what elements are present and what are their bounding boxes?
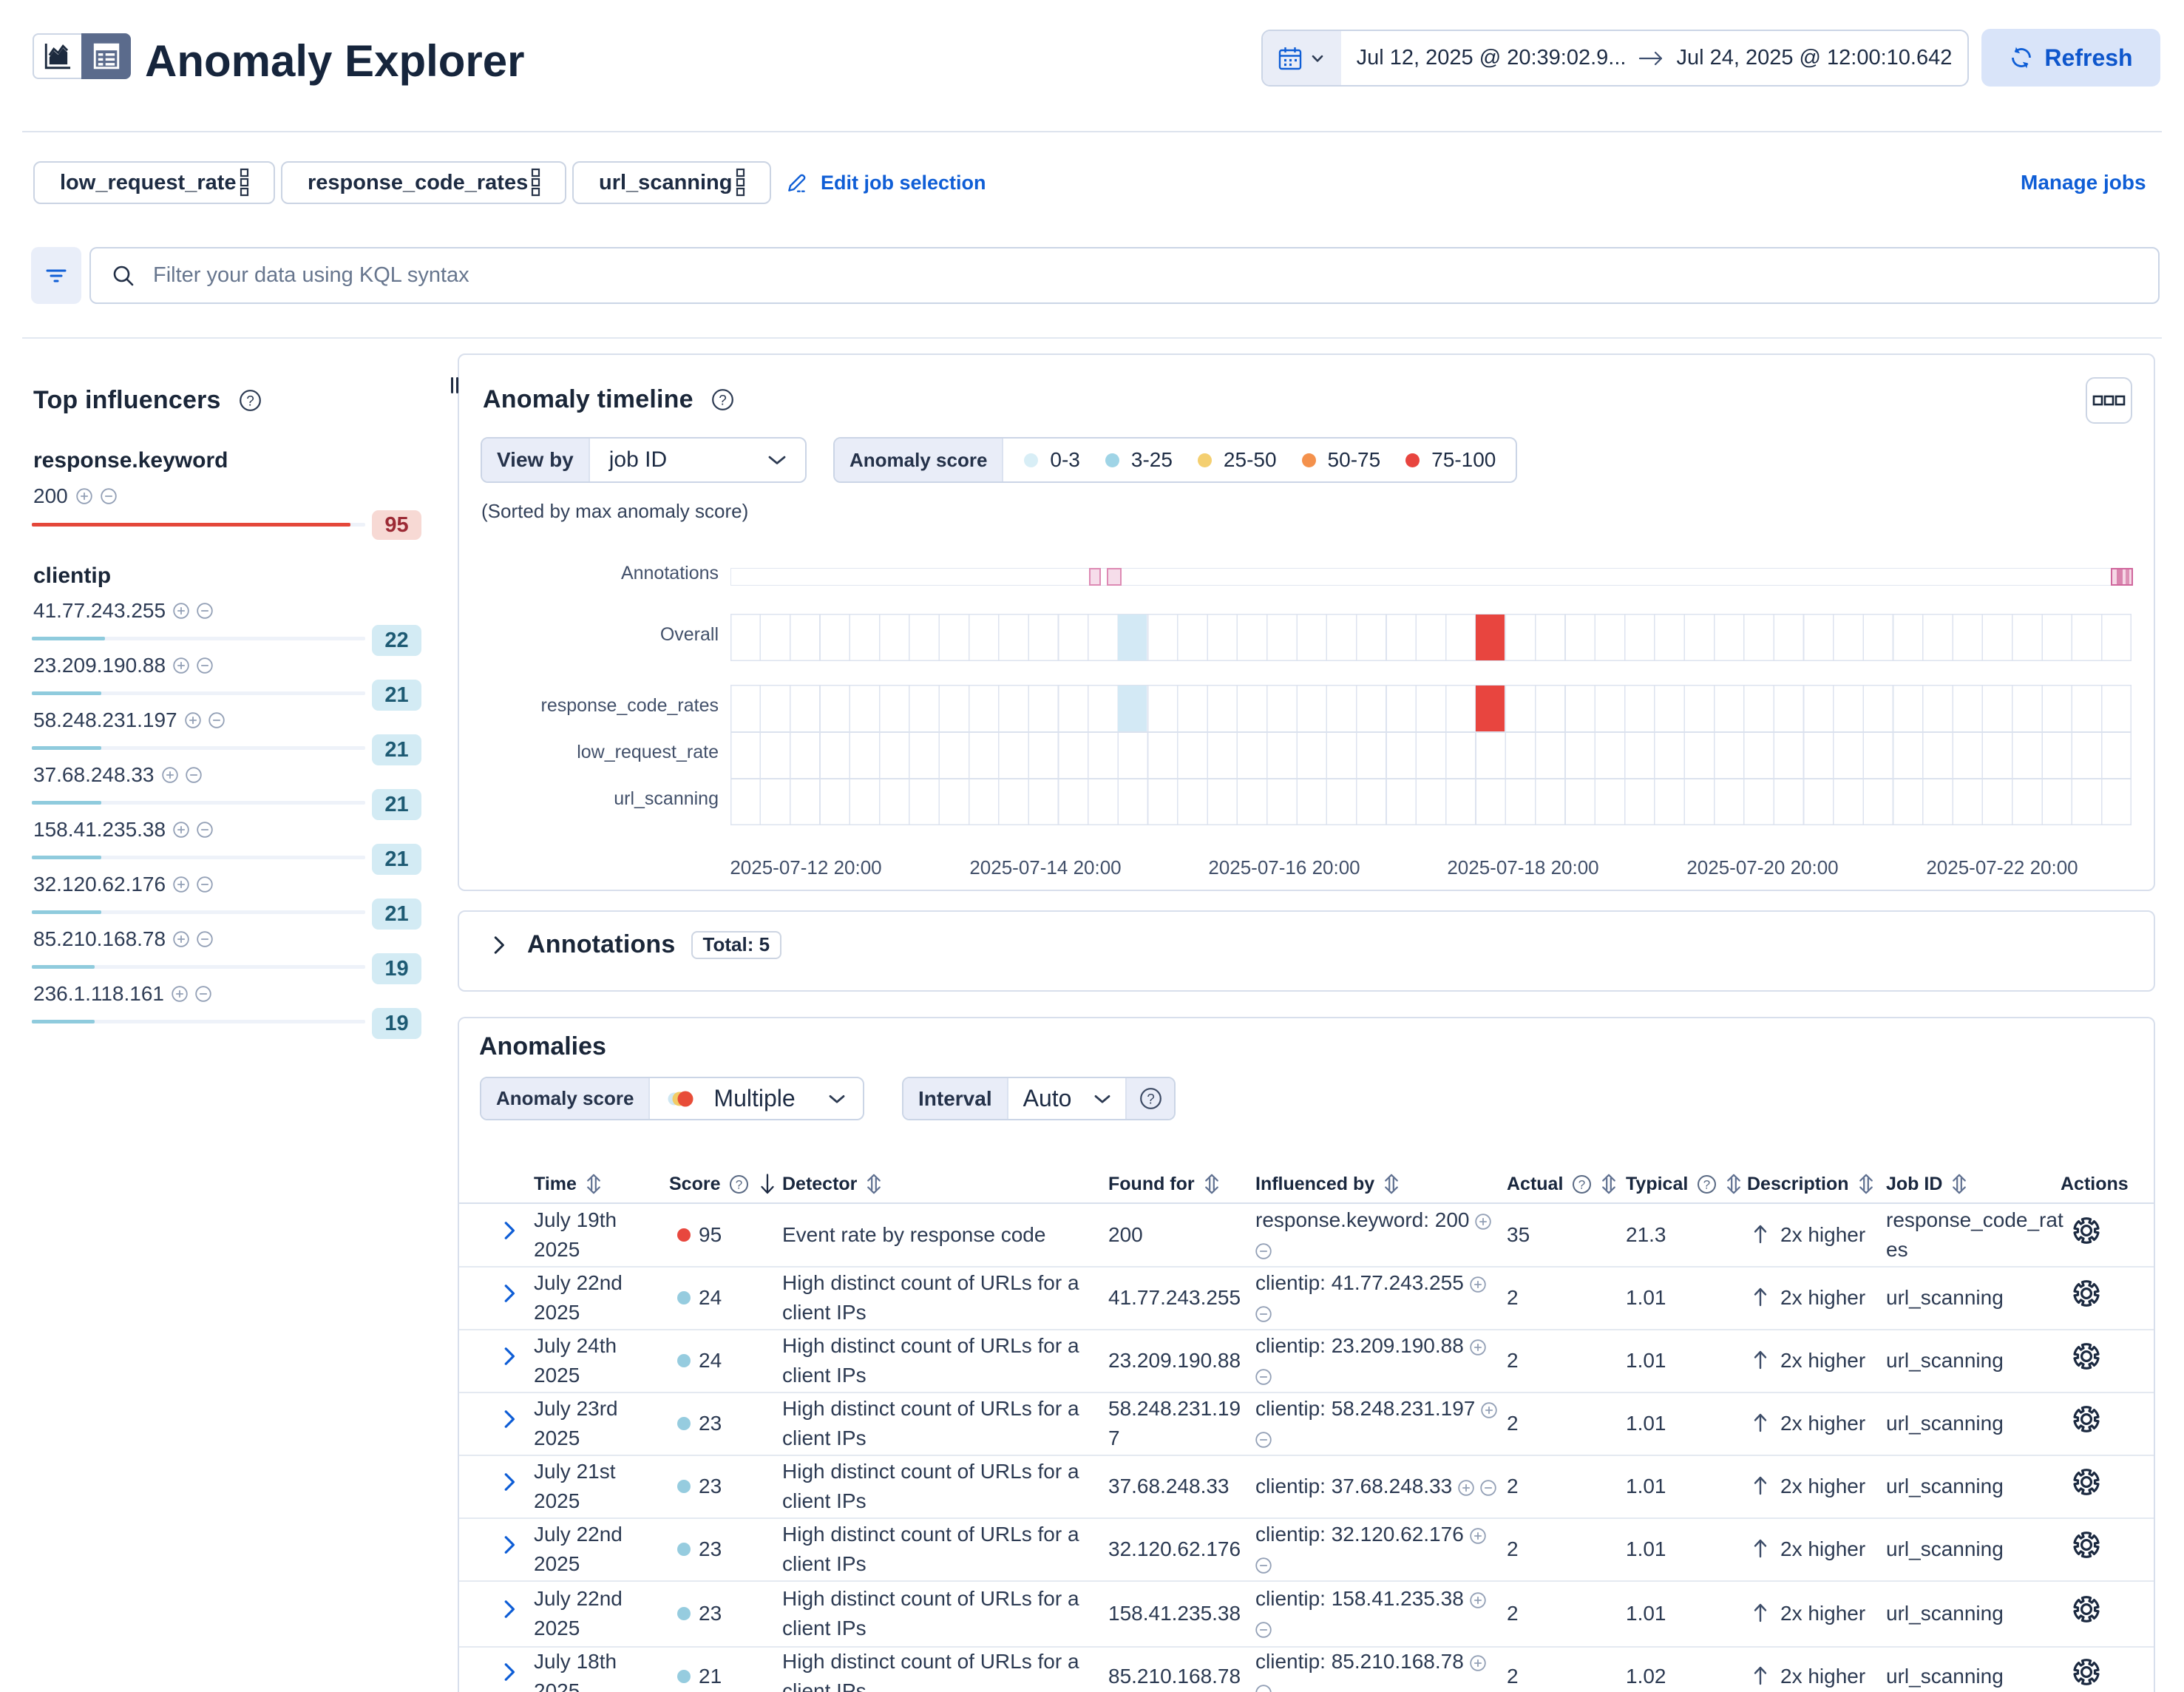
svg-text:?: ? — [1578, 1177, 1585, 1191]
svg-text:?: ? — [246, 393, 254, 409]
svg-text:?: ? — [736, 1177, 742, 1191]
svg-text:?: ? — [1703, 1177, 1710, 1191]
svg-text:?: ? — [719, 393, 727, 408]
svg-text:?: ? — [1147, 1092, 1155, 1107]
